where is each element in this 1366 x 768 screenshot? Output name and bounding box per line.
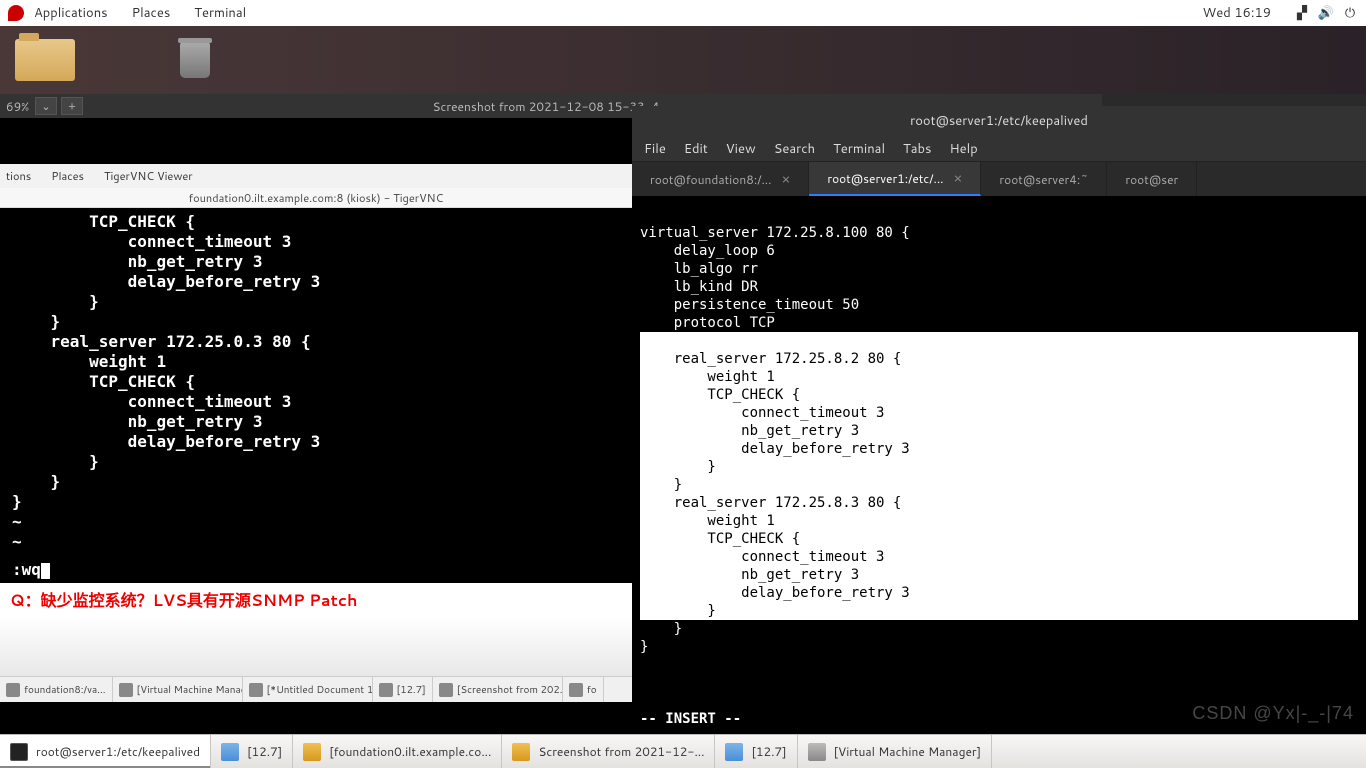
vnc-terminal-text: TCP_CHECK { connect_timeout 3 nb_get_ret… (0, 208, 632, 556)
menu-tabs[interactable]: Tabs (903, 140, 931, 158)
terminal-window: root@server1:/etc/keepalived File Edit V… (632, 106, 1366, 734)
annotation-text: Q：缺少监控系统？LVS具有开源SNMP Patch (0, 583, 632, 616)
inner-task: [12.7] (373, 677, 433, 702)
menu-search[interactable]: Search (774, 140, 815, 158)
zoom-percent: 69% (6, 98, 29, 115)
terminal-title: root@server1:/etc/keepalived (632, 106, 1366, 136)
inner-task: [Virtual Machine Manag... (113, 677, 243, 702)
menu-terminal[interactable]: Terminal (194, 4, 246, 22)
inner-task: [*Untitled Document 1... (243, 677, 373, 702)
terminal-menubar: File Edit View Search Terminal Tabs Help (632, 136, 1366, 162)
menu-places[interactable]: Places (132, 4, 171, 22)
home-folder-icon[interactable] (10, 35, 80, 85)
close-icon[interactable]: × (954, 168, 963, 188)
document-icon (725, 743, 743, 761)
bottom-taskbar: root@server1:/etc/keepalived [12.7] [fou… (0, 734, 1366, 768)
inner-gnome-bar: tions Places TigerVNC Viewer (0, 164, 632, 188)
vim-mode-status: -- INSERT -- (640, 711, 741, 727)
menu-file[interactable]: File (644, 140, 666, 158)
menu-view[interactable]: View (726, 140, 756, 158)
vm-icon (808, 743, 826, 761)
tab-foundation8[interactable]: root@foundation8:/...× (632, 162, 809, 196)
volume-icon[interactable]: 🔊 (1318, 5, 1334, 21)
watermark: CSDN @Yx|-_-|74 (1192, 704, 1354, 722)
menu-terminal[interactable]: Terminal (833, 140, 885, 158)
redhat-icon (8, 5, 24, 21)
inner-task: foundation8:/va... (0, 677, 113, 702)
task-terminal[interactable]: root@server1:/etc/keepalived (0, 735, 211, 768)
gnome-topbar: Applications Places Terminal Wed 16:19 ▞… (0, 0, 1366, 26)
inner-menu-vnc: TigerVNC Viewer (104, 168, 193, 184)
menu-applications[interactable]: Applications (34, 4, 108, 22)
tab-overflow[interactable]: root@ser (1107, 162, 1197, 196)
terminal-body[interactable]: virtual_server 172.25.8.100 80 { delay_l… (632, 196, 1366, 734)
image-viewer-content: tions Places TigerVNC Viewer foundation0… (0, 118, 632, 734)
menu-edit[interactable]: Edit (684, 140, 708, 158)
task-doc1[interactable]: [12.7] (211, 735, 293, 768)
inner-menu-fragment: tions (6, 168, 31, 184)
inner-task: fo (563, 677, 604, 702)
zoom-plus-button[interactable]: + (61, 97, 83, 115)
zoom-dropdown[interactable]: ⌄ (35, 97, 57, 115)
power-icon[interactable]: ⏻ (1342, 5, 1358, 21)
trash-icon[interactable] (160, 35, 230, 85)
tab-server4[interactable]: root@server4:~ (981, 162, 1107, 196)
menu-help[interactable]: Help (949, 140, 977, 158)
task-screenshot[interactable]: Screenshot from 2021-12-... (502, 735, 715, 768)
task-vnc[interactable]: [foundation0.ilt.example.co... (293, 735, 502, 768)
document-icon (221, 743, 239, 761)
tab-server1[interactable]: root@server1:/etc/...× (809, 162, 981, 196)
clock[interactable]: Wed 16:19 (1203, 4, 1271, 22)
terminal-icon (10, 743, 28, 761)
network-icon[interactable]: ▞ (1294, 5, 1310, 21)
close-icon[interactable]: × (781, 169, 790, 189)
inner-menu-places: Places (51, 168, 84, 184)
inner-taskbar: foundation8:/va... [Virtual Machine Mana… (0, 676, 632, 702)
task-vm[interactable]: [Virtual Machine Manager] (798, 735, 993, 768)
vnc-icon (303, 743, 321, 761)
task-doc2[interactable]: [12.7] (715, 735, 797, 768)
desktop (0, 26, 1366, 94)
wallpaper-fragment (0, 616, 632, 676)
cursor-icon (41, 563, 50, 579)
vnc-command-line: :wq (0, 556, 632, 583)
vnc-window-title: foundation0.ilt.example.com:8 (kiosk) - … (0, 188, 632, 208)
terminal-tabs: root@foundation8:/...× root@server1:/etc… (632, 162, 1366, 196)
image-icon (512, 743, 530, 761)
highlighted-block: real_server 172.25.8.2 80 { weight 1 TCP… (640, 332, 1358, 620)
inner-task: [Screenshot from 202... (433, 677, 563, 702)
